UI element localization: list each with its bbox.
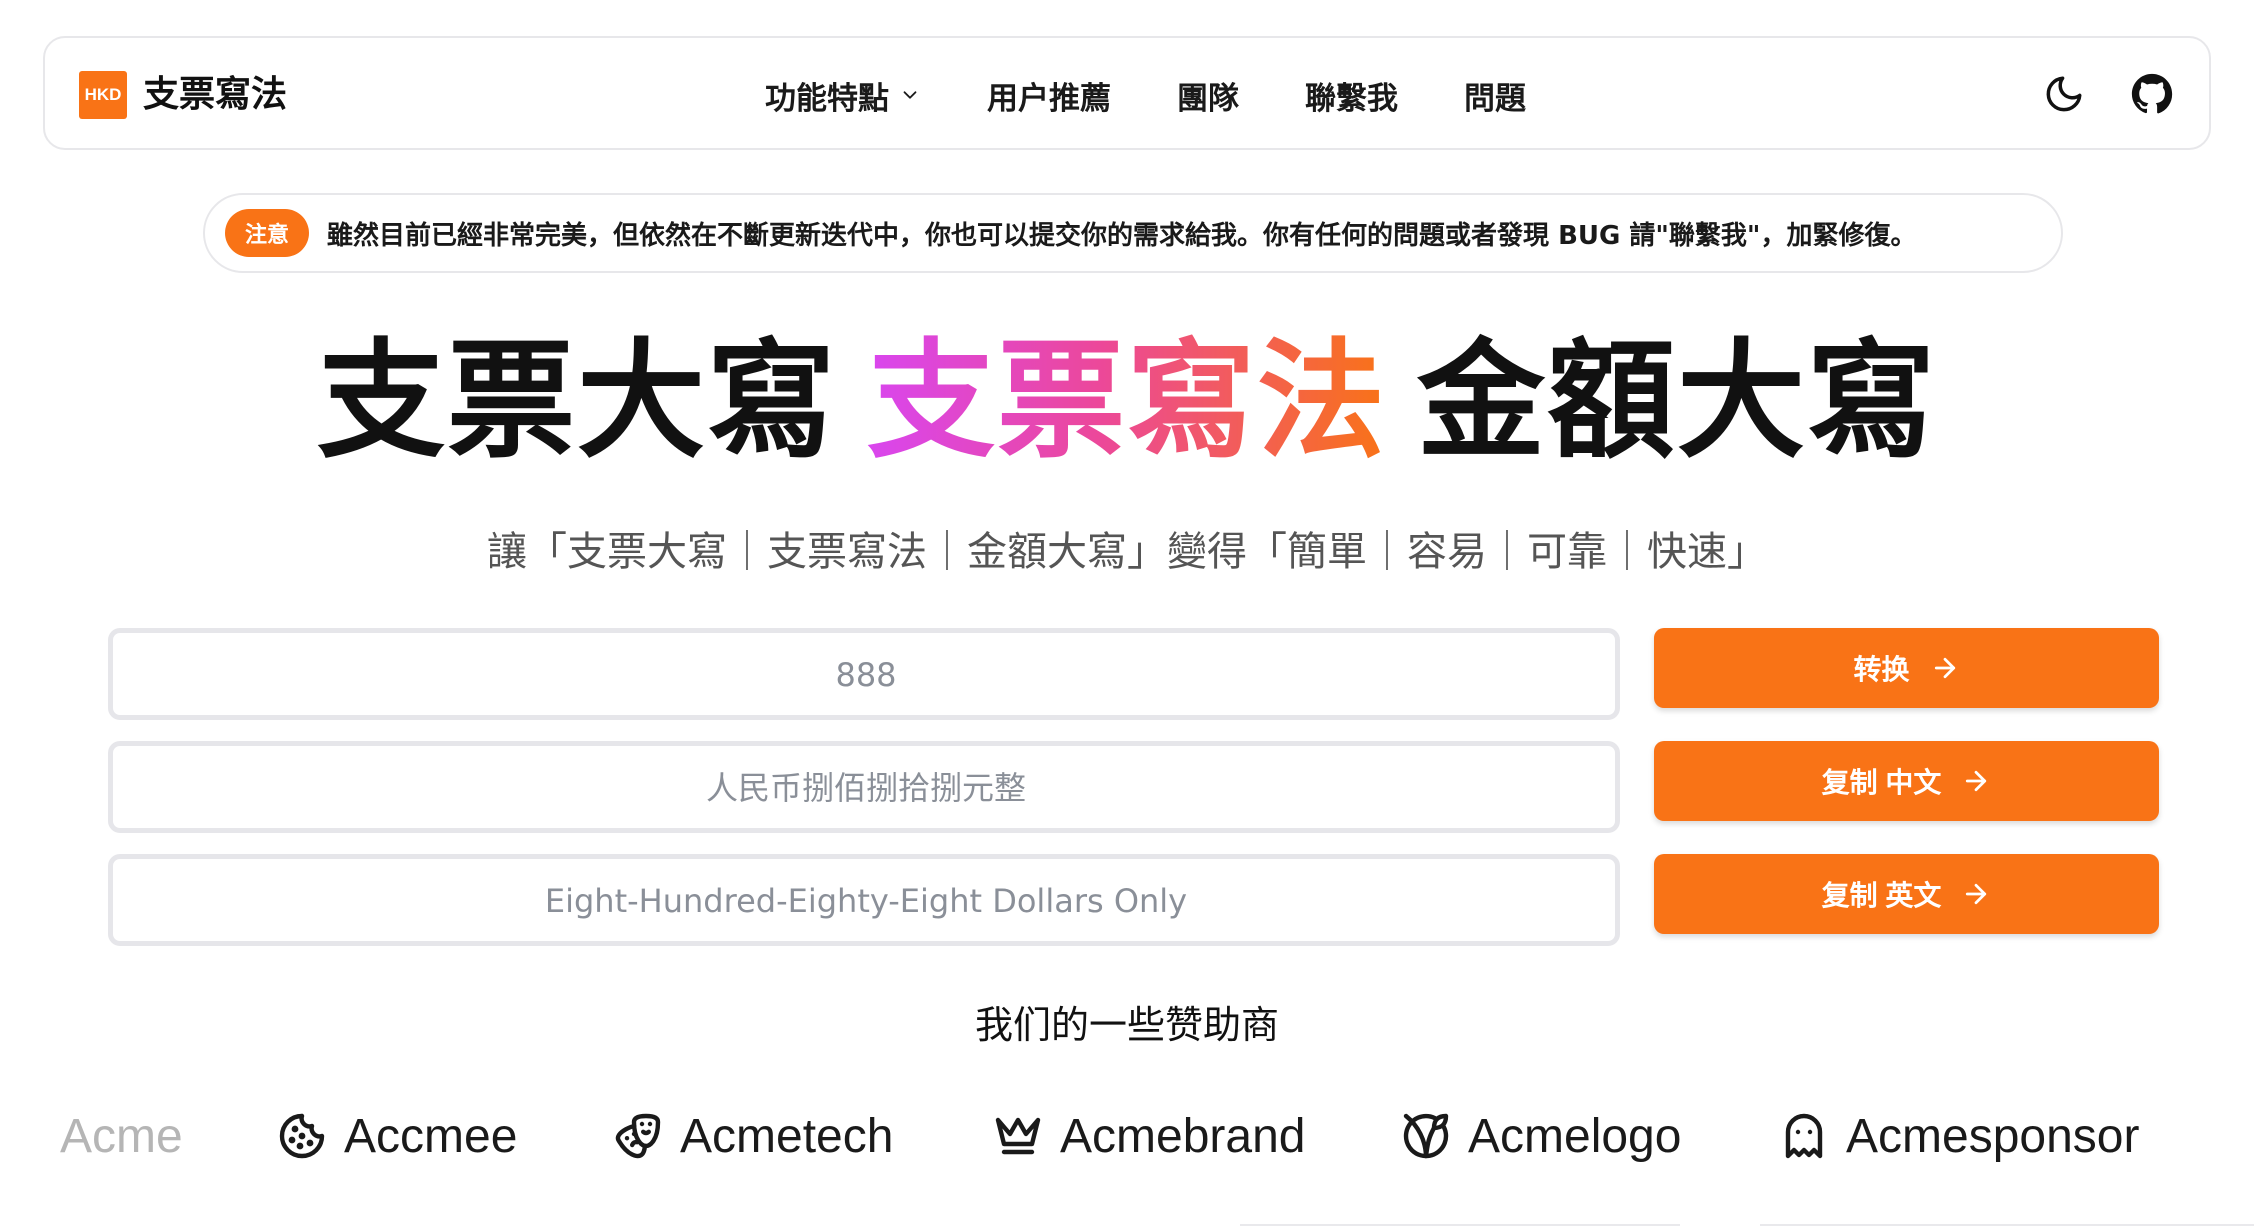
logo[interactable]: HKD [79, 71, 127, 119]
sponsor-name: Acmelogo [1468, 1109, 1682, 1163]
nav-item-label: 用户推薦 [987, 80, 1111, 117]
amount-input[interactable] [113, 633, 1619, 717]
drama-mask-icon [615, 1113, 661, 1159]
brand-name[interactable]: 支票寫法 [143, 66, 287, 124]
hero-title: 支票大寫 支票寫法 金額大寫 [0, 322, 2254, 482]
chinese-result-field[interactable] [113, 746, 1619, 830]
sponsor-name: Acme [60, 1109, 183, 1163]
moon-icon[interactable] [2043, 73, 2085, 115]
convert-button[interactable]: 转换 [1654, 628, 2159, 708]
sponsor-item[interactable]: Acmelogo [1402, 1100, 1681, 1172]
sponsor-item[interactable]: Acme [60, 1100, 183, 1172]
hero-title-highlight: 支票寫法 [866, 327, 1387, 476]
nav-item-testimonials[interactable]: 用户推薦 [987, 73, 1111, 118]
nav-icons [1997, 73, 2173, 115]
arrow-right-icon [1934, 657, 1955, 679]
notice-badge: 注意 [225, 209, 310, 257]
sponsor-item[interactable]: Acmesponsor [1780, 1100, 2139, 1172]
copy-english-button-label: 复制 英文 [1821, 880, 1942, 911]
nav-item-features[interactable]: 功能特點 [765, 73, 921, 118]
sponsor-item[interactable]: Acmetech [614, 1100, 893, 1172]
copy-chinese-button[interactable]: 复制 中文 [1654, 741, 2159, 821]
sponsor-name: Acmebrand [1060, 1109, 1306, 1163]
copy-english-button[interactable]: 复制 英文 [1654, 854, 2159, 934]
sponsors-title: 我们的一些赞助商 [974, 1003, 1279, 1047]
nav-item-team[interactable]: 團隊 [1177, 73, 1239, 118]
chevron-down-icon [903, 91, 917, 99]
notice-banner: 注意 雖然目前已經非常完美，但依然在不斷更新迭代中，你也可以提交你的需求給我。你… [203, 193, 2063, 273]
copy-chinese-button-label: 复制 中文 [1821, 767, 1942, 798]
top-navbar: HKD 支票寫法 功能特點 用户推薦 團隊 聯繫我 問題 [43, 36, 2211, 150]
amount-field-wrapper [108, 628, 1620, 720]
arrow-right-icon [1966, 770, 1987, 792]
vegan-leaf-icon [1403, 1113, 1449, 1159]
english-result-wrapper [108, 854, 1620, 946]
sponsor-name: Accmee [344, 1109, 518, 1163]
nav-item-contact[interactable]: 聯繫我 [1305, 73, 1398, 118]
sponsor-item[interactable]: Acmebrand [994, 1100, 1305, 1172]
nav-item-label: 問題 [1464, 80, 1526, 117]
english-result-field[interactable] [113, 859, 1619, 943]
sponsor-name: Acmesponsor [1846, 1109, 2140, 1163]
ghost-icon [1785, 1113, 1823, 1159]
cookie-icon [279, 1113, 325, 1159]
github-icon[interactable] [2131, 73, 2173, 115]
sponsors-marquee: Acme Accmee Acmetech Acmebrand Acmelogo … [0, 1100, 2254, 1172]
notice-text: 雖然目前已經非常完美，但依然在不斷更新迭代中，你也可以提交你的需求給我。你有任何… [327, 220, 1917, 251]
chinese-result-wrapper [108, 741, 1620, 833]
sponsor-item[interactable]: Accmee [278, 1100, 517, 1172]
crown-icon [995, 1117, 1041, 1155]
hero-subtitle: 讓「支票大寫｜支票寫法｜金額大寫」變得「簡單｜容易｜可靠｜快速」 [487, 529, 1767, 575]
convert-button-label: 转换 [1853, 654, 1910, 685]
nav-item-faq[interactable]: 問題 [1464, 73, 1526, 118]
nav-item-label: 團隊 [1177, 80, 1239, 117]
nav-links: 功能特點 用户推薦 團隊 聯繫我 問題 [765, 66, 1592, 124]
hero-title-part-1: 支票大寫 [316, 327, 837, 476]
hero-title-part-3: 金額大寫 [1417, 327, 1938, 476]
nav-item-label: 功能特點 [765, 80, 889, 117]
nav-item-label: 聯繫我 [1305, 80, 1398, 117]
arrow-right-icon [1966, 883, 1987, 905]
sponsor-name: Acmetech [680, 1109, 894, 1163]
